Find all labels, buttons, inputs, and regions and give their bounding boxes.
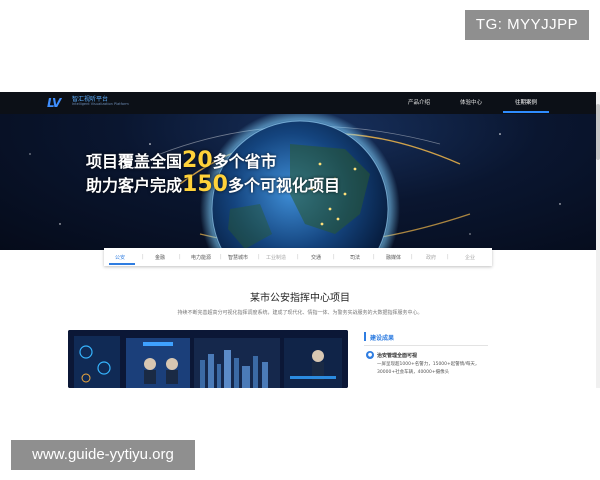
hero-line1-post: 多个省市 bbox=[212, 152, 277, 171]
info-heading: 建设成果 bbox=[370, 335, 395, 342]
tab-smart-city[interactable]: 智慧城市 bbox=[228, 254, 248, 261]
tab-separator: | bbox=[142, 254, 144, 260]
tab-separator: | bbox=[179, 254, 181, 260]
info-divider bbox=[364, 345, 488, 346]
tab-judiciary[interactable]: 司法 bbox=[350, 254, 360, 261]
nav-experience-center[interactable]: 体验中心 bbox=[460, 98, 482, 106]
tab-separator: | bbox=[373, 254, 375, 260]
hero-headline-1: 项目覆盖全国20多个省市 bbox=[86, 148, 277, 173]
info-subheading: 治安管理全面可视 bbox=[377, 353, 418, 359]
tab-transportation[interactable]: 交通 bbox=[311, 254, 321, 261]
tab-industrial-manufacturing[interactable]: 工业制造 bbox=[266, 254, 286, 261]
tab-power-energy[interactable]: 电力能源 bbox=[191, 254, 211, 261]
tab-separator: | bbox=[411, 254, 413, 260]
project-screenshot[interactable] bbox=[68, 330, 348, 388]
tab-government[interactable]: 政府 bbox=[426, 254, 436, 261]
info-accent-bar bbox=[364, 332, 366, 341]
tab-separator: | bbox=[297, 254, 299, 260]
tab-separator: | bbox=[447, 254, 449, 260]
command-center-image bbox=[68, 330, 348, 388]
project-title: 某市公安指挥中心项目 bbox=[250, 293, 350, 304]
nav-past-cases[interactable]: 往期案例 bbox=[515, 98, 537, 106]
hero-line2-pre: 助力客户完成 bbox=[86, 176, 183, 195]
nav-product-intro[interactable]: 产品介绍 bbox=[408, 98, 430, 106]
hero-line1-pre: 项目覆盖全国 bbox=[86, 152, 183, 171]
logo-subtitle: Intelligent Visualization Platform bbox=[72, 102, 129, 106]
hero-headline-2: 助力客户完成150多个可视化项目 bbox=[86, 172, 340, 197]
info-line-1: 一屏呈现超1000+名警力，15000+起警情/每天， bbox=[377, 362, 480, 367]
tab-media[interactable]: 融媒体 bbox=[386, 254, 401, 261]
tab-active-indicator bbox=[109, 263, 135, 265]
tab-enterprise[interactable]: 企业 bbox=[465, 254, 475, 261]
industry-tabs: 公安 | 金融 | 电力能源 | 智慧城市 | 工业制造 | 交通 | 司法 |… bbox=[104, 248, 492, 266]
site-header: LV 智汇视听平台 Intelligent Visualization Plat… bbox=[0, 92, 600, 114]
browser-viewport: LV 智汇视听平台 Intelligent Visualization Plat… bbox=[0, 92, 600, 388]
scrollbar-thumb[interactable] bbox=[596, 104, 600, 160]
person-icon: ● bbox=[366, 351, 374, 359]
tab-separator: | bbox=[333, 254, 335, 260]
site-logo[interactable]: LV 智汇视听平台 Intelligent Visualization Plat… bbox=[47, 95, 147, 111]
hero-banner: 项目覆盖全国20多个省市 助力客户完成150多个可视化项目 bbox=[0, 114, 600, 250]
tab-public-security[interactable]: 公安 bbox=[115, 254, 125, 261]
watermark-bottom: www.guide-yytiyu.org bbox=[11, 440, 195, 470]
tab-separator: | bbox=[258, 254, 260, 260]
tab-finance[interactable]: 金融 bbox=[155, 254, 165, 261]
hero-line2-number: 150 bbox=[182, 172, 228, 197]
watermark-top: TG: MYYJJPP bbox=[465, 10, 589, 40]
nav-active-indicator bbox=[503, 111, 549, 113]
logo-mark-icon: LV bbox=[47, 96, 61, 110]
hero-line1-number: 20 bbox=[182, 148, 213, 173]
project-description: 持续不断完善超高分可视化指挥调度系统，建成了现代化、情指一体、为警务实战服务的大… bbox=[177, 310, 423, 316]
info-line-2: 30000+社会车辆，40000+摄像头 bbox=[377, 370, 450, 375]
tab-separator: | bbox=[220, 254, 222, 260]
hero-line2-post: 多个可视化项目 bbox=[227, 176, 340, 195]
